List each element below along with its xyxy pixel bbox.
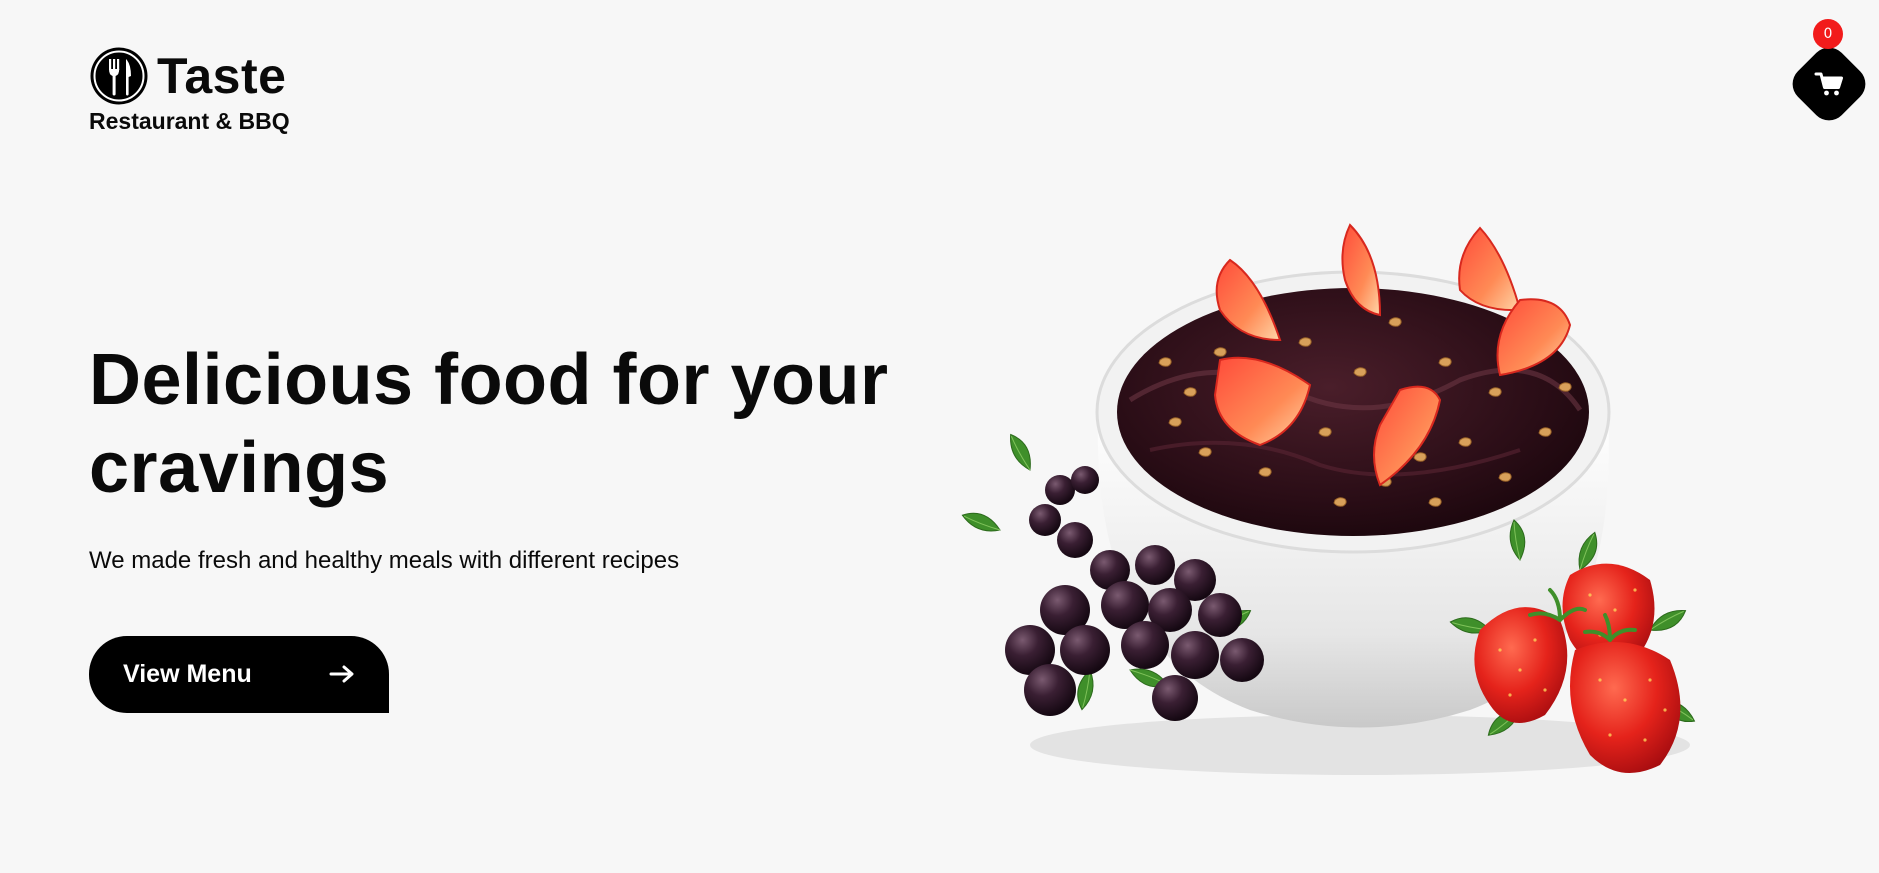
cart-count-badge: 0: [1813, 19, 1843, 49]
cart-button[interactable]: 0: [1784, 19, 1874, 129]
cart-icon: [1814, 72, 1843, 96]
hero-subtitle: We made fresh and healthy meals with dif…: [89, 547, 680, 574]
acai-bowl-image: [960, 223, 1698, 775]
hero-title: Delicious food for your cravings: [89, 340, 889, 508]
brand-tagline: Restaurant & BBQ: [89, 108, 290, 134]
view-menu-button[interactable]: View Menu: [89, 636, 389, 713]
view-menu-label: View Menu: [123, 660, 252, 688]
fork-knife-icon: [90, 47, 148, 105]
arrow-right-icon: [329, 665, 354, 683]
brand-logo-link[interactable]: Taste Restaurant & BBQ: [89, 46, 349, 136]
brand-name: Taste: [157, 48, 287, 104]
